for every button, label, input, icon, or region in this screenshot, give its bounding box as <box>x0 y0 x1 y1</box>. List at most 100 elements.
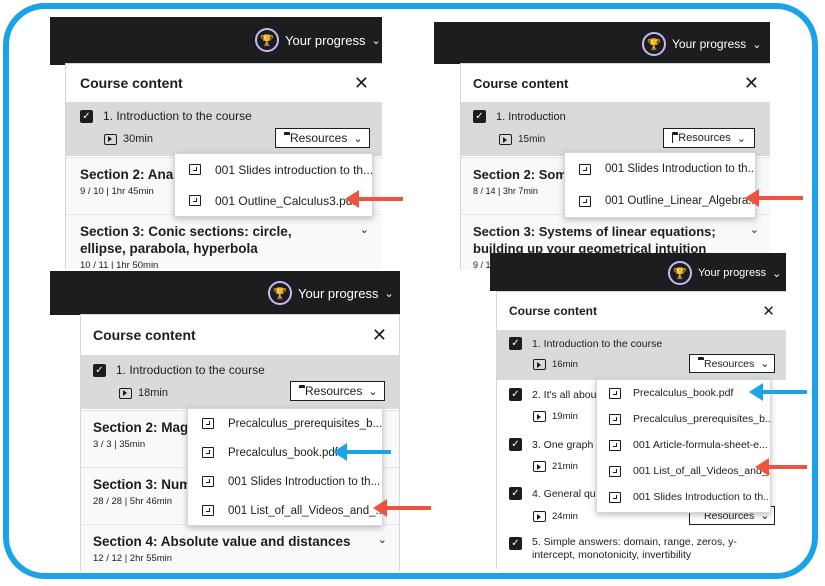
section-item[interactable]: Section 3: Conic sections: circle, ellip… <box>66 214 382 269</box>
video-icon <box>533 461 546 472</box>
section-title: Section 3: Systems of linear equations; … <box>473 224 716 256</box>
lecture-duration: 24min <box>552 511 578 522</box>
resource-file-item[interactable]: 001 List_of_all_Videos_and_... <box>597 458 770 484</box>
chevron-down-icon: ⌄ <box>760 358 770 370</box>
section-meta: 10 / 11 | 1hr 50min <box>80 260 159 269</box>
blue-arrow-annotation <box>749 383 807 401</box>
checkbox-icon[interactable]: ✓ <box>80 109 93 123</box>
download-icon <box>202 418 214 429</box>
top-bar: 🏆 Your progress ⌄ <box>434 22 770 64</box>
download-icon <box>189 164 201 175</box>
checkbox-icon[interactable]: ✓ <box>509 438 522 451</box>
video-icon <box>533 511 546 522</box>
resource-file-item[interactable]: 001 Slides Introduction to th... <box>597 484 770 510</box>
course-content-title: Course content <box>509 304 598 318</box>
lecture-item[interactable]: ✓ 1. Introduction to the course 18min Re… <box>81 355 399 409</box>
resource-file-name: 001 Slides Introduction to th... <box>605 163 755 175</box>
lecture-duration: 15min <box>518 134 546 145</box>
lecture-item[interactable]: ✓ 5. Simple answers: domain, range, zero… <box>497 536 786 569</box>
course-content-header: Course content ✕ <box>497 292 786 330</box>
lecture-item[interactable]: ✓ 1. Introduction to the course 16min Re… <box>497 330 786 380</box>
chevron-down-icon[interactable]: ⌄ <box>750 223 759 236</box>
blue-arrow-annotation <box>333 443 391 461</box>
red-arrow-annotation <box>345 190 403 208</box>
section-item[interactable]: Section 4: Absolute value and distances … <box>81 524 399 571</box>
lecture-title: 5. Simple answers: domain, range, zeros,… <box>532 536 737 561</box>
close-icon[interactable]: ✕ <box>354 73 369 94</box>
resource-file-item[interactable]: Precalculus_prerequisites_b... <box>597 406 770 432</box>
lecture-title: 1. Introduction <box>496 110 566 123</box>
resources-button[interactable]: Resources ⌄ <box>275 128 370 148</box>
resources-button[interactable]: Resources ⌄ <box>689 354 775 373</box>
resource-file-item[interactable]: Precalculus_prerequisites_b... <box>188 409 382 438</box>
your-progress-button[interactable]: 🏆 Your progress ⌄ <box>268 281 394 305</box>
resources-label: Resources <box>305 384 363 398</box>
progress-label: Your progress <box>298 285 379 301</box>
chevron-down-icon: ⌄ <box>736 132 746 145</box>
resources-button[interactable]: Resources ⌄ <box>663 128 755 148</box>
resource-file-item[interactable]: 001 Article-formula-sheet-e... <box>597 432 770 458</box>
resource-file-name: 001 Outline_Linear_Algebra... <box>605 195 755 207</box>
checkbox-icon[interactable]: ✓ <box>509 487 522 500</box>
resource-file-item[interactable]: 001 Outline_Linear_Algebra... <box>565 185 755 217</box>
close-icon[interactable]: ✕ <box>372 325 387 346</box>
course-content-title: Course content <box>80 75 183 91</box>
download-icon <box>609 387 621 399</box>
resources-dropdown: Precalculus_book.pdf Precalculus_prerequ… <box>596 379 771 513</box>
lecture-title: 3. One graph to <box>532 438 605 451</box>
chevron-down-icon[interactable]: ⌄ <box>378 533 387 546</box>
red-arrow-annotation <box>373 499 431 517</box>
close-icon[interactable]: ✕ <box>762 302 775 320</box>
close-icon[interactable]: ✕ <box>744 73 759 94</box>
resource-file-item[interactable]: 001 Outline_Calculus3.pdf <box>175 185 372 216</box>
resource-file-name: 001 List_of_all_Videos_and_... <box>228 504 382 517</box>
resources-dropdown: Precalculus_prerequisites_b... Precalcul… <box>187 408 383 526</box>
resources-label: Resources <box>290 131 348 145</box>
panel-linear-algebra: 🏆 Your progress ⌄ Course content ✕ ✓ 1. … <box>434 22 770 270</box>
lecture-item[interactable]: ✓ 1. Introduction to the course 30min Re… <box>66 102 382 156</box>
download-icon <box>609 491 621 503</box>
your-progress-button[interactable]: 🏆 Your progress ⌄ <box>642 32 762 56</box>
video-icon <box>533 411 546 422</box>
video-icon <box>499 134 512 145</box>
resource-file-name: Precalculus_prerequisites_b... <box>633 413 770 425</box>
progress-label: Your progress <box>698 267 767 279</box>
resource-file-name: Precalculus_prerequisites_b... <box>228 417 382 430</box>
course-content-header: Course content ✕ <box>461 64 770 102</box>
checkbox-icon[interactable]: ✓ <box>473 110 486 123</box>
checkbox-icon[interactable]: ✓ <box>509 337 522 350</box>
course-content-title: Course content <box>473 75 569 91</box>
trophy-icon: 🏆 <box>268 281 292 305</box>
video-icon <box>104 133 117 145</box>
lecture-title: 4. General que <box>532 487 602 500</box>
lecture-item[interactable]: ✓ 1. Introduction 15min Resources ⌄ <box>461 102 770 156</box>
checkbox-icon[interactable]: ✓ <box>509 388 522 401</box>
course-content-title: Course content <box>93 327 196 343</box>
checkbox-icon[interactable]: ✓ <box>509 537 522 550</box>
video-icon <box>119 387 132 399</box>
section-title: Section 3: Conic sections: circle, ellip… <box>80 224 292 256</box>
chevron-down-icon: ⌄ <box>353 132 363 145</box>
lecture-title: 2. It's all about <box>532 388 600 401</box>
resources-button[interactable]: Resources ⌄ <box>290 381 385 401</box>
lecture-title: 1. Introduction to the course <box>532 337 663 350</box>
panel-calculus3: 🏆 Your progress ⌄ Course content ✕ ✓ 1. … <box>50 17 382 269</box>
your-progress-button[interactable]: 🏆 Your progress ⌄ <box>668 261 781 285</box>
chevron-down-icon[interactable]: ⌄ <box>360 223 369 236</box>
resource-file-name: 001 Outline_Calculus3.pdf <box>215 193 356 208</box>
download-icon <box>609 465 621 477</box>
resource-file-item[interactable]: 001 Slides Introduction to th... <box>188 467 382 496</box>
download-icon <box>609 413 621 425</box>
video-icon <box>533 359 546 370</box>
resource-file-item[interactable]: 001 List_of_all_Videos_and_... <box>188 496 382 525</box>
resource-file-item[interactable]: Precalculus_book.pdf <box>597 380 770 406</box>
chevron-down-icon: ⌄ <box>384 287 394 300</box>
resource-file-item[interactable]: 001 Slides Introduction to th... <box>565 153 755 185</box>
lecture-duration: 16min <box>552 359 578 370</box>
checkbox-icon[interactable]: ✓ <box>93 363 106 377</box>
download-icon <box>202 447 214 458</box>
trophy-icon: 🏆 <box>255 28 279 52</box>
resource-file-item[interactable]: 001 Slides introduction to th... <box>175 154 372 185</box>
progress-label: Your progress <box>285 32 366 48</box>
your-progress-button[interactable]: 🏆 Your progress ⌄ <box>255 28 381 52</box>
